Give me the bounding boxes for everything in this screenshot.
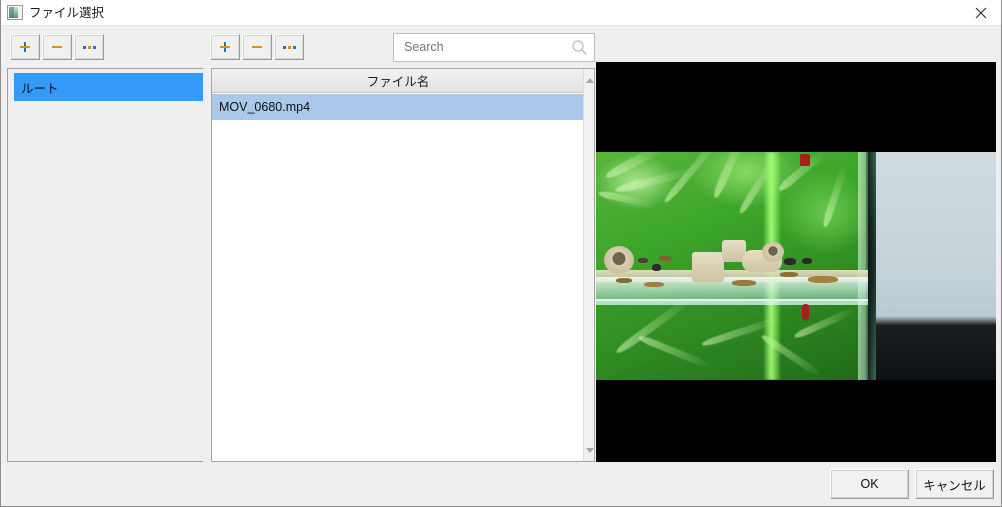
minus-icon [50,40,64,54]
column-header-label: ファイル名 [367,71,430,90]
video-frame-image [596,152,996,380]
tree-item-root[interactable]: ルート [14,73,203,101]
tree-item-label: ルート [21,78,59,97]
image-file-icon [7,5,23,20]
triangle-up-icon[interactable] [584,73,595,87]
window-title: ファイル選択 [29,0,104,26]
file-list-scrollbar[interactable] [583,69,594,461]
tree-add-button[interactable] [10,34,40,60]
file-remove-button[interactable] [242,34,272,60]
folder-tree-panel: ルート [7,68,203,462]
triangle-down-icon[interactable] [584,443,595,457]
tree-more-button[interactable] [74,34,104,60]
file-name-label: MOV_0680.mp4 [219,100,310,114]
search-icon[interactable] [571,39,588,56]
search-box[interactable] [393,33,595,62]
tree-remove-button[interactable] [42,34,72,60]
file-more-button[interactable] [274,34,304,60]
cancel-button[interactable]: キャンセル [915,469,994,499]
video-preview[interactable] [596,62,996,462]
cancel-button-label: キャンセル [923,475,986,494]
file-selection-dialog: ファイル選択 [0,0,1002,507]
close-icon[interactable] [958,0,1002,26]
ok-button[interactable]: OK [830,469,909,499]
minus-icon [250,40,264,54]
title-bar: ファイル選択 [1,0,1002,26]
ellipsis-icon [282,40,296,54]
search-input[interactable] [402,34,562,61]
ellipsis-icon [82,40,96,54]
plus-icon [18,40,32,54]
ok-button-label: OK [860,477,878,491]
file-list-panel: ファイル名 MOV_0680.mp4 [211,68,595,462]
file-add-button[interactable] [210,34,240,60]
plus-icon [218,40,232,54]
file-list-row[interactable]: MOV_0680.mp4 [212,94,585,120]
file-list-column-header[interactable]: ファイル名 [212,69,585,93]
